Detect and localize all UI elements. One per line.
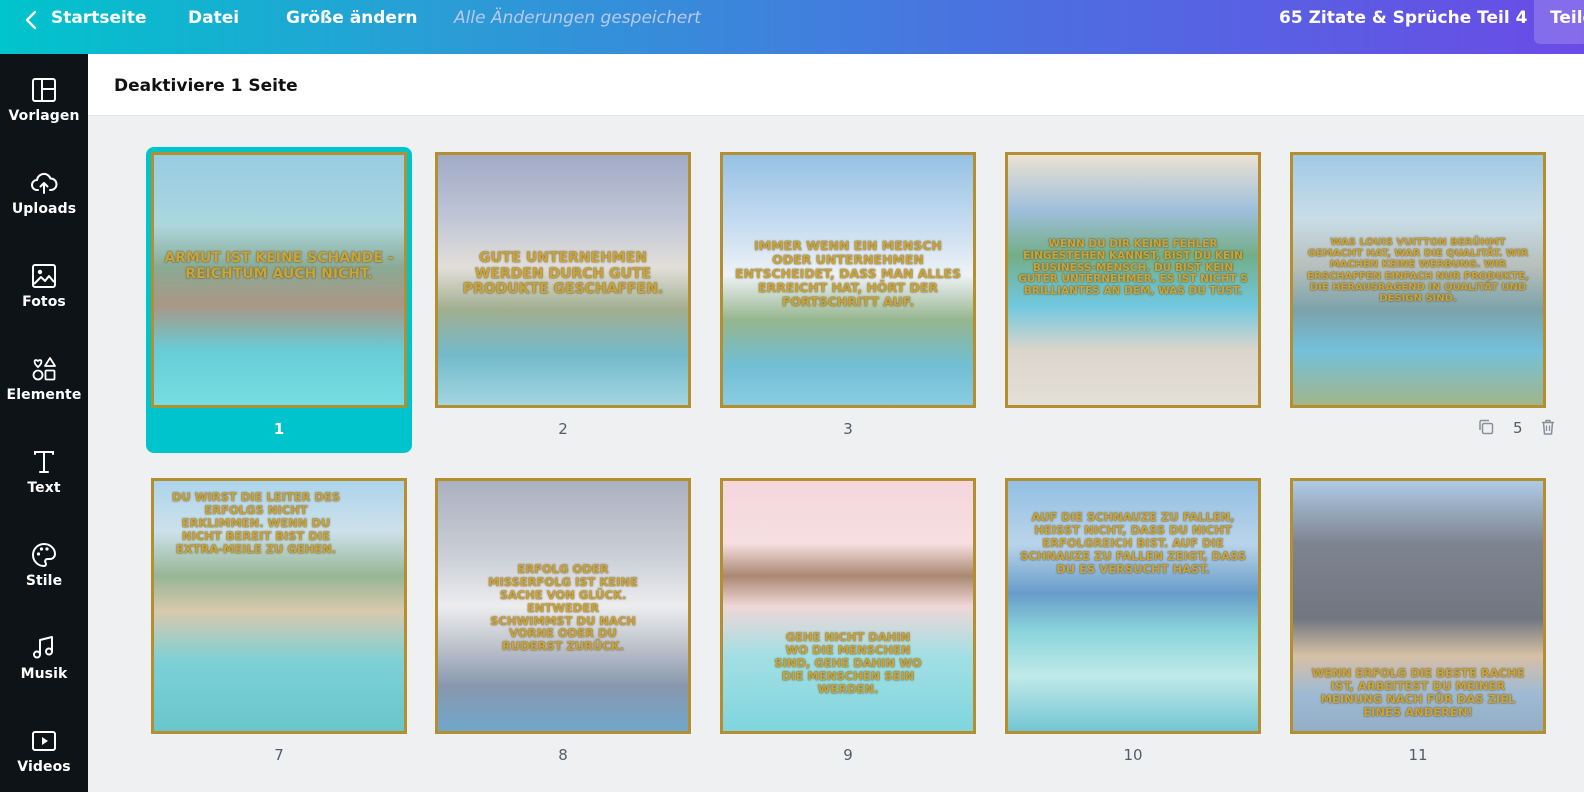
rail-label: Fotos	[22, 294, 66, 310]
page-number: 7	[274, 746, 284, 764]
rail-item-music[interactable]: Musik	[0, 612, 88, 692]
deactivate-page-label[interactable]: Deaktiviere 1 Seite	[114, 76, 298, 96]
rail-item-templates[interactable]: Vorlagen	[0, 54, 88, 134]
grid-subheader: Deaktiviere 1 Seite	[88, 54, 1584, 116]
top-bar: Startseite Datei Größe ändern Alle Änder…	[0, 0, 1584, 54]
rail-label: Elemente	[6, 387, 82, 403]
page-number: 5	[1513, 419, 1523, 437]
page-number: 8	[558, 746, 568, 764]
quote-text: Wenn du dir keine Fehler eingestehen kan…	[1018, 238, 1248, 297]
quote-text: Gehe nicht dahin wo die Menschen sind, g…	[774, 630, 922, 696]
quote-text: Du wirst die Leiter des Erfolgs nicht er…	[171, 490, 341, 556]
page-number: 1	[273, 420, 285, 438]
rail-label: Stile	[25, 573, 63, 589]
text-icon	[34, 451, 54, 473]
palette-icon	[32, 542, 57, 568]
music-icon	[33, 636, 53, 659]
home-link[interactable]: Startseite	[51, 8, 146, 28]
rail-label: Videos	[17, 759, 71, 775]
rail-item-styles[interactable]: Stile	[0, 519, 88, 599]
back-chevron-icon[interactable]	[20, 9, 42, 31]
quote-text: Immer wenn ein Mensch oder Unternehmen e…	[734, 238, 962, 309]
page-number: 3	[843, 420, 853, 438]
rail-item-uploads[interactable]: Uploads	[0, 147, 88, 227]
quote-text: Gute Unternehmen werden durch gute Produ…	[462, 250, 664, 298]
page-thumbnail-2[interactable]: Gute Unternehmen werden durch gute Produ…	[435, 152, 691, 408]
rail-item-text[interactable]: Text	[0, 426, 88, 506]
image-icon	[32, 264, 56, 288]
layout-icon	[32, 78, 56, 102]
page-thumbnail-10[interactable]: Auf die Schnauze zu fallen, heisst nicht…	[1005, 478, 1261, 734]
page-thumbnail-4[interactable]: Wenn du dir keine Fehler eingestehen kan…	[1005, 152, 1261, 408]
save-status: Alle Änderungen gespeichert	[454, 8, 701, 28]
quote-text: Armut ist keine Schande - Reichtum auch …	[164, 250, 394, 282]
quote-text: Auf die Schnauze zu fallen, heisst nicht…	[1019, 510, 1247, 576]
delete-page-icon[interactable]	[1539, 418, 1557, 436]
page-thumbnail-3[interactable]: Immer wenn ein Mensch oder Unternehmen e…	[720, 152, 976, 408]
shapes-icon	[32, 357, 56, 381]
rail-label: Uploads	[11, 201, 77, 217]
cloud-upload-icon	[31, 172, 58, 194]
rail-label: Vorlagen	[8, 108, 80, 124]
duplicate-page-icon[interactable]	[1477, 418, 1495, 436]
resize-menu[interactable]: Größe ändern	[286, 8, 417, 28]
rail-item-elements[interactable]: Elemente	[0, 333, 88, 413]
page-thumbnail-1[interactable]: Armut ist keine Schande - Reichtum auch …	[151, 152, 407, 408]
quote-text: Was Louis Vuitton berühmt gemacht hat, w…	[1307, 237, 1529, 304]
quote-text: Wenn Erfolg die beste Rache ist, arbeite…	[1311, 666, 1525, 719]
page-5-toolbar: 5	[1393, 418, 1584, 440]
page-thumbnail-5[interactable]: Was Louis Vuitton berühmt gemacht hat, w…	[1290, 152, 1546, 408]
file-menu[interactable]: Datei	[188, 8, 239, 28]
page-number: 2	[558, 420, 568, 438]
side-rail: Vorlagen Uploads Fotos Elemente Text Sti…	[0, 54, 88, 792]
design-title[interactable]: 65 Zitate & Sprüche Teil 4	[1279, 8, 1527, 28]
rail-item-videos[interactable]: Videos	[0, 705, 88, 785]
page-number: 10	[1123, 746, 1143, 764]
page-number: 11	[1408, 746, 1428, 764]
page-grid-area: Deaktiviere 1 Seite Armut ist keine Scha…	[88, 54, 1584, 792]
rail-label: Text	[27, 480, 61, 496]
video-icon	[32, 731, 56, 751]
share-button[interactable]: Teilen	[1534, 0, 1584, 44]
page-thumbnail-9[interactable]: Gehe nicht dahin wo die Menschen sind, g…	[720, 478, 976, 734]
rail-item-photos[interactable]: Fotos	[0, 240, 88, 320]
page-thumbnail-8[interactable]: Erfolg oder Misserfolg ist keine Sache v…	[435, 478, 691, 734]
page-thumbnail-7[interactable]: Du wirst die Leiter des Erfolgs nicht er…	[151, 478, 407, 734]
quote-text: Erfolg oder Misserfolg ist keine Sache v…	[488, 562, 638, 654]
page-number: 9	[843, 746, 853, 764]
page-thumbnail-11[interactable]: Wenn Erfolg die beste Rache ist, arbeite…	[1290, 478, 1546, 734]
rail-label: Musik	[20, 666, 68, 682]
